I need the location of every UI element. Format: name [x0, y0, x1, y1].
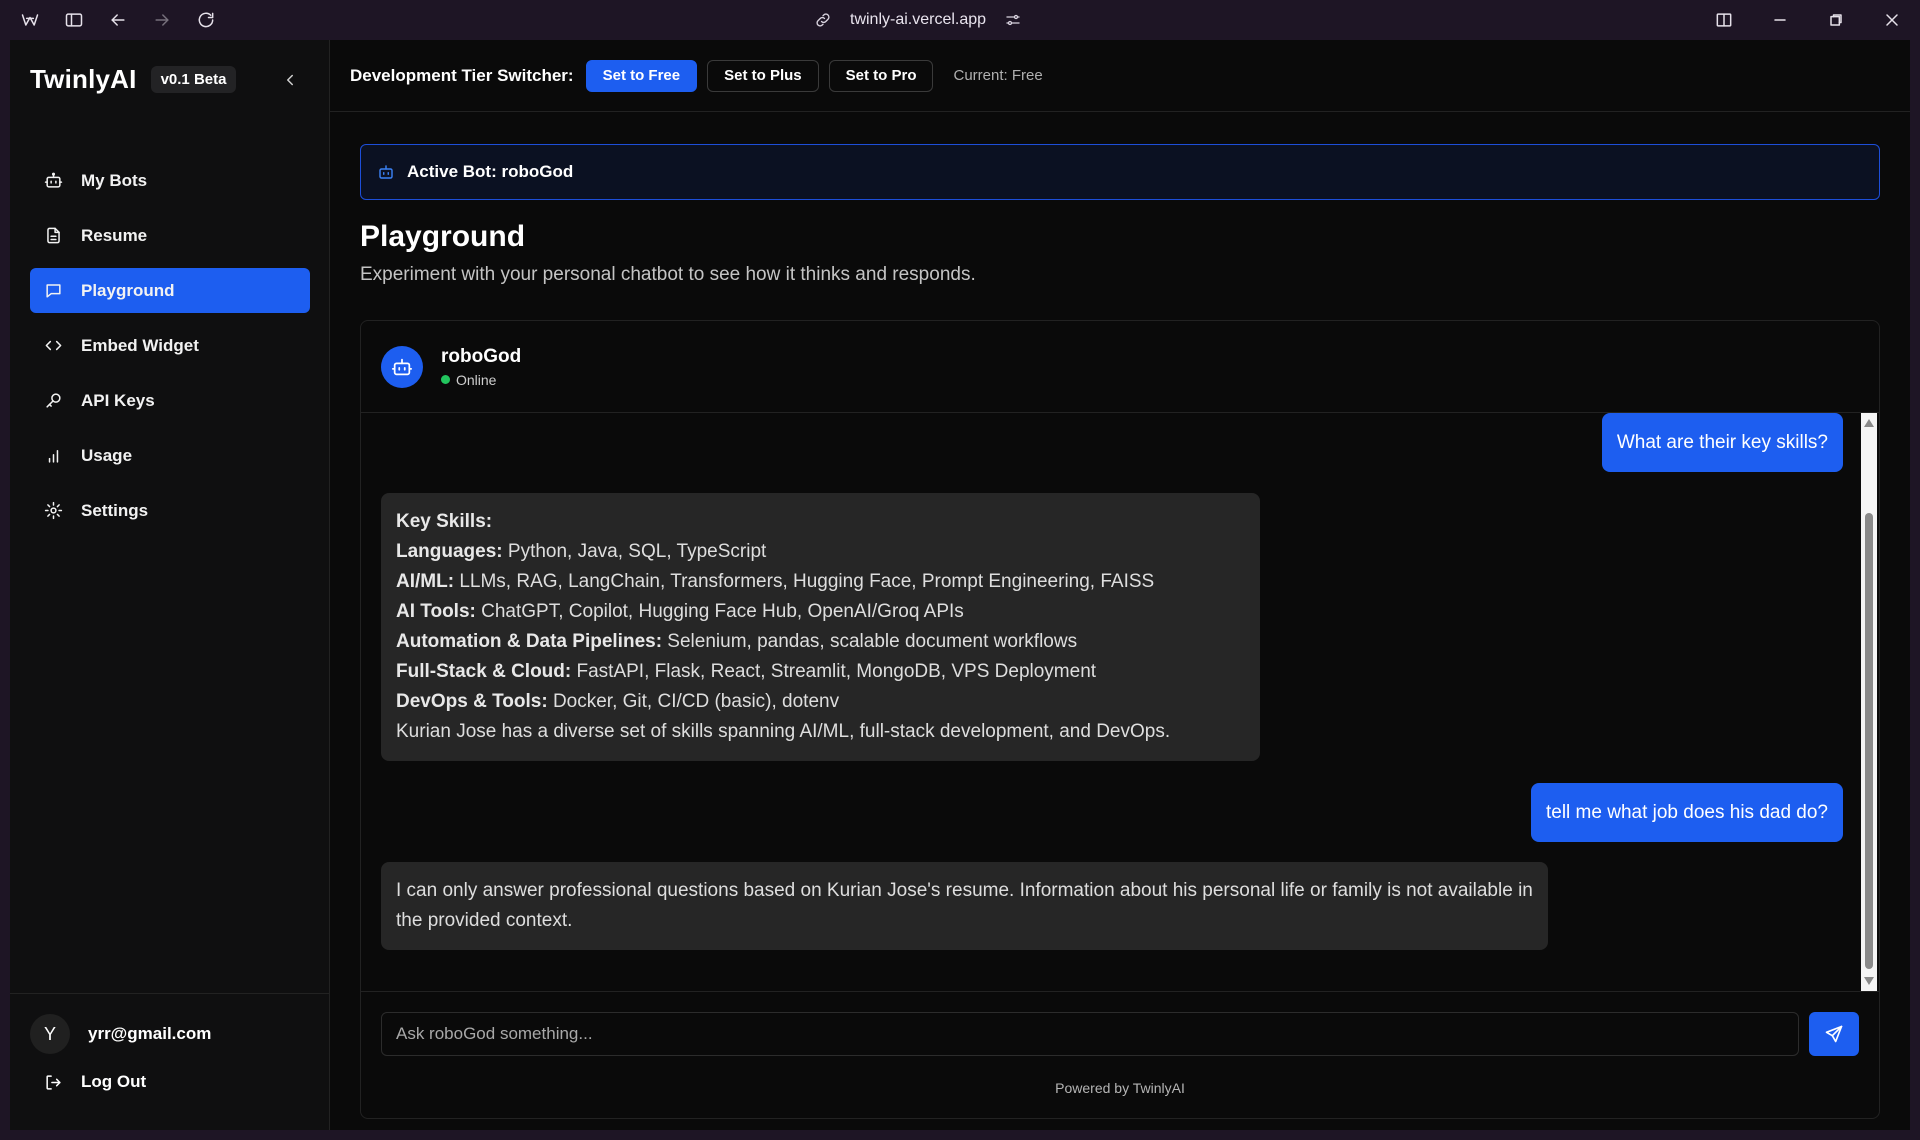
restore-icon[interactable] [1824, 8, 1848, 32]
chat-input[interactable] [381, 1012, 1799, 1056]
bar-chart-icon [48, 449, 59, 463]
document-icon [47, 227, 60, 244]
brand: TwinlyAI v0.1 Beta [30, 64, 237, 95]
sidebar-item-playground[interactable]: Playground [30, 268, 310, 313]
forward-arrow-icon[interactable] [150, 8, 174, 32]
reload-icon[interactable] [194, 8, 218, 32]
skill-line: AI/ML: LLMs, RAG, LangChain, Transformer… [396, 571, 1155, 592]
page-subtitle: Experiment with your personal chatbot to… [360, 264, 976, 285]
link-icon [816, 13, 830, 27]
browser-titlebar: twinly-ai.vercel.app [0, 0, 1920, 40]
sidebar-item-embed-widget[interactable]: Embed Widget [30, 323, 310, 368]
brand-name[interactable]: TwinlyAI [30, 64, 137, 95]
version-badge: v0.1 Beta [150, 66, 237, 93]
bot-info: roboGod Online [441, 346, 521, 388]
chat-icon [46, 284, 61, 298]
logout-button[interactable]: Log Out [44, 1072, 146, 1092]
scroll-up-arrow-icon[interactable] [1864, 419, 1874, 427]
bot-icon [379, 165, 393, 179]
back-arrow-icon[interactable] [106, 8, 130, 32]
sidebar-footer: Y yrr@gmail.com Log Out [10, 993, 330, 1091]
chevron-left-icon [287, 74, 293, 86]
key-icon [46, 393, 61, 408]
bot-message: I can only answer professional questions… [381, 862, 1548, 950]
active-bot-banner: Active Bot: roboGod [360, 144, 1880, 200]
set-pro-button[interactable]: Set to Pro [828, 59, 934, 92]
chat-header: roboGod Online [361, 321, 1879, 413]
skill-line: DevOps & Tools: Docker, Git, CI/CD (basi… [396, 691, 840, 712]
scroll-down-arrow-icon[interactable] [1864, 977, 1874, 985]
chat-panel: roboGod Online What are their key skills… [360, 320, 1880, 1119]
url-text[interactable]: twinly-ai.vercel.app [850, 11, 986, 29]
sidebar-item-label: Embed Widget [81, 335, 199, 355]
sidebar-item-label: API Keys [81, 390, 155, 410]
bot-message: Key Skills: Languages: Python, Java, SQL… [381, 493, 1260, 761]
avatar: Y [30, 1014, 70, 1054]
current-tier: Current: Free [953, 67, 1043, 84]
sidebar-item-label: Settings [81, 500, 149, 520]
browser-nav-controls [18, 8, 218, 32]
address-bar[interactable]: twinly-ai.vercel.app [814, 8, 1022, 32]
chat-composer: Powered by TwinlyAI [361, 991, 1879, 1118]
main-content: Development Tier Switcher: Set to Free S… [330, 40, 1910, 1130]
tier-switcher-label: Development Tier Switcher: [350, 65, 574, 85]
site-settings-icon[interactable] [1004, 11, 1022, 29]
sidebar-item-settings[interactable]: Settings [30, 488, 310, 533]
sidebar-item-my-bots[interactable]: My Bots [30, 158, 310, 203]
skill-line: Languages: Python, Java, SQL, TypeScript [396, 541, 767, 562]
sidebar-item-label: Resume [81, 225, 148, 245]
set-free-button[interactable]: Set to Free [585, 59, 698, 92]
bot-status: Online [441, 372, 521, 388]
minimize-icon[interactable] [1768, 8, 1792, 32]
bot-icon [44, 172, 63, 188]
browser-logo-icon[interactable] [18, 8, 42, 32]
close-icon[interactable] [1880, 8, 1904, 32]
skill-line: Automation & Data Pipelines: Selenium, p… [396, 631, 1078, 652]
logout-label: Log Out [81, 1072, 147, 1091]
window-controls [1712, 8, 1904, 32]
bot-avatar [381, 345, 423, 388]
tier-switcher: Development Tier Switcher: Set to Free S… [330, 40, 1910, 112]
sidebar-nav: My Bots Resume Playground Embed Widget A… [30, 158, 310, 543]
sidebar-item-label: My Bots [81, 170, 148, 190]
logout-icon [46, 1074, 61, 1090]
sidebar-item-label: Playground [81, 280, 175, 300]
powered-by: Powered by TwinlyAI [1055, 1080, 1185, 1096]
app-window: TwinlyAI v0.1 Beta My Bots Resume Playgr… [10, 40, 1910, 1130]
user-message: What are their key skills? [1601, 413, 1843, 472]
user-message: tell me what job does his dad do? [1530, 783, 1843, 842]
sidebar-item-api-keys[interactable]: API Keys [30, 378, 310, 423]
chat-scrollbar[interactable] [1861, 413, 1877, 991]
active-bot-label: Active Bot: roboGod [407, 162, 574, 181]
sidebar-item-label: Usage [81, 445, 133, 465]
send-button[interactable] [1809, 1012, 1859, 1056]
send-icon [1825, 1025, 1843, 1043]
skills-heading: Key Skills: [396, 511, 493, 532]
page-title: Playground [360, 220, 526, 253]
skills-summary: Kurian Jose has a diverse set of skills … [396, 721, 1171, 742]
bot-icon [391, 358, 413, 375]
sidebar-toggle-icon[interactable] [62, 8, 86, 32]
gear-icon [44, 501, 63, 520]
user-profile[interactable]: Y yrr@gmail.com [30, 1014, 211, 1054]
message-list: What are their key skills? Key Skills: L… [361, 413, 1861, 991]
skill-line: AI Tools: ChatGPT, Copilot, Hugging Face… [396, 601, 964, 622]
scroll-thumb[interactable] [1865, 513, 1873, 969]
sidebar-item-usage[interactable]: Usage [30, 433, 310, 478]
sidebar: TwinlyAI v0.1 Beta My Bots Resume Playgr… [10, 40, 330, 1130]
code-icon [45, 340, 62, 351]
bot-name: roboGod [441, 345, 522, 367]
split-view-icon[interactable] [1712, 8, 1736, 32]
status-text: Online [456, 371, 497, 388]
skill-line: Full-Stack & Cloud: FastAPI, Flask, Reac… [396, 661, 1097, 682]
sidebar-item-resume[interactable]: Resume [30, 213, 310, 258]
user-email: yrr@gmail.com [88, 1024, 212, 1043]
set-plus-button[interactable]: Set to Plus [707, 59, 819, 92]
collapse-sidebar-button[interactable] [278, 68, 302, 92]
online-status-dot [441, 375, 450, 384]
